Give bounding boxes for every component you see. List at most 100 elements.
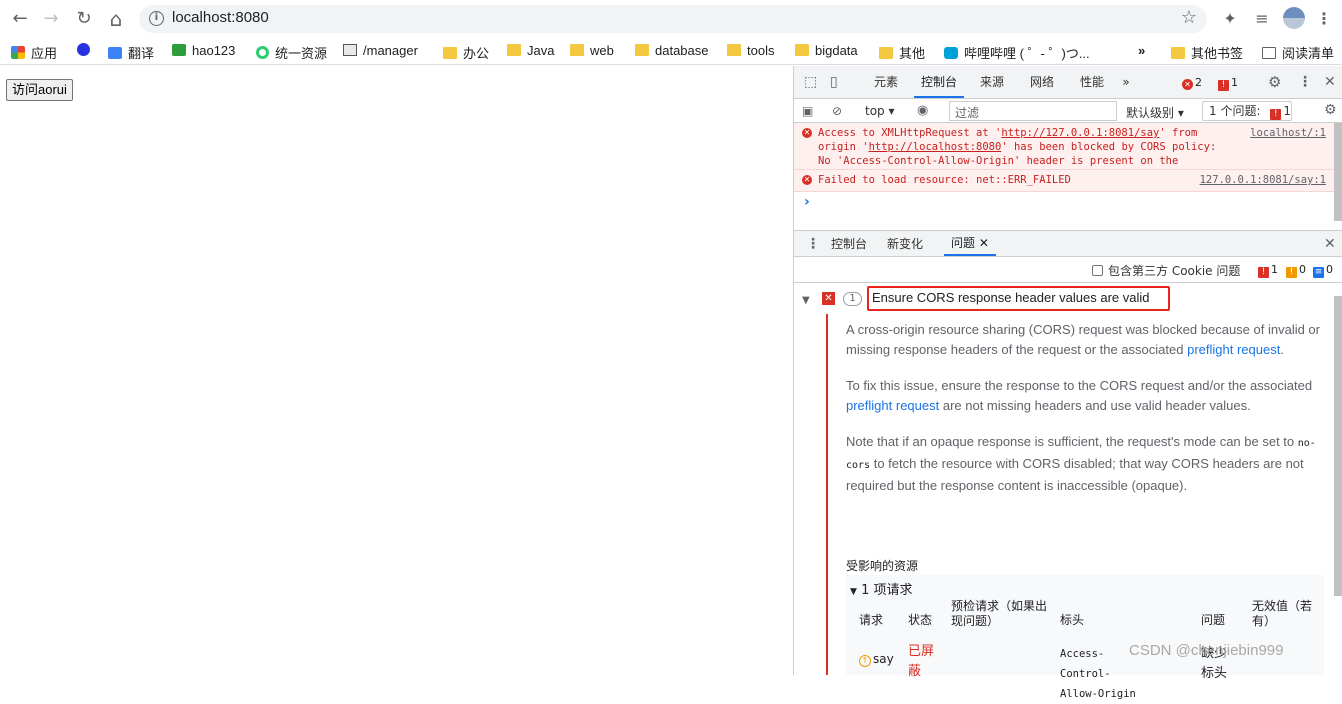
folder-icon [635, 44, 649, 56]
browser-toolbar: ← → ↻ ⌂ i localhost:8080 ☆ ✦ ≡ ⋮ [0, 0, 1342, 37]
issue-error-icon: ✕ [822, 292, 835, 305]
bookmark-folder-tools[interactable]: tools [727, 43, 774, 61]
bookmark-star-icon[interactable]: ☆ [1181, 7, 1197, 28]
context-selector[interactable]: top ▾ [865, 104, 895, 118]
issues-scrollbar[interactable] [1334, 296, 1342, 596]
menu-kebab-icon[interactable]: ⋮ [1312, 7, 1336, 31]
forward-icon[interactable]: → [39, 7, 63, 31]
issue-header[interactable]: ▼ ✕ 1 Ensure CORS response header values… [794, 284, 1334, 314]
issues-pill[interactable]: 1 个问题: ! 1 [1202, 101, 1292, 121]
more-tabs-icon[interactable]: » [1118, 66, 1134, 98]
error-circle-icon: ✕ [802, 128, 812, 138]
console-filter-input[interactable]: 过滤 [949, 101, 1117, 121]
page-viewport: 访问aorui [0, 66, 793, 675]
extensions-icon[interactable]: ✦ [1218, 7, 1242, 31]
origin-url-link[interactable]: http://localhost:8080 [869, 141, 1002, 153]
device-toolbar-icon[interactable]: ▯ [830, 75, 838, 89]
devtools-menu-icon[interactable]: ⋮ [1298, 75, 1312, 89]
drawer-tab-whats-new[interactable]: 新变化 [884, 231, 926, 256]
visit-aorui-button[interactable]: 访问aorui [6, 79, 73, 101]
bookmark-folder-office[interactable]: 办公 [443, 43, 489, 61]
clear-console-icon[interactable]: ⊘ [832, 104, 842, 118]
reload-icon[interactable]: ↻ [72, 7, 96, 31]
bookmark-translate[interactable]: 翻译 [108, 43, 154, 61]
inspect-element-icon[interactable]: ⬚ [804, 75, 817, 89]
sidebar-toggle-icon[interactable]: ▣ [802, 104, 813, 118]
bookmark-other-bookmarks[interactable]: 其他书签 [1171, 43, 1243, 61]
preflight-request-link[interactable]: preflight request [1187, 342, 1280, 357]
console-prompt[interactable]: › [804, 194, 810, 210]
info-icon: ≡ [1313, 267, 1324, 278]
url-text[interactable]: localhost:8080 [172, 9, 269, 26]
console-toolbar: ▣ ⊘ top ▾ ◉ 过滤 默认级别 ▾ 1 个问题: ! 1 ⚙ [794, 99, 1342, 123]
watermark: CSDN @chenjiebin999 [1129, 642, 1284, 659]
bookmark-manager[interactable]: /manager [343, 43, 418, 61]
third-party-cookie-checkbox[interactable]: 包含第三方 Cookie 问题 [1092, 262, 1240, 279]
console-error-failed-load[interactable]: ✕ Failed to load resource: net::ERR_FAIL… [794, 170, 1334, 192]
tab-performance[interactable]: 性能 [1072, 66, 1112, 98]
bookmark-folder-other[interactable]: 其他 [879, 43, 925, 61]
folder-icon [1171, 47, 1185, 59]
tab-network[interactable]: 网络 [1022, 66, 1062, 98]
media-control-icon[interactable]: ≡ [1250, 7, 1274, 31]
issues-info-count: ≡ 0 [1313, 263, 1333, 278]
bookmark-folder-java[interactable]: Java [507, 43, 554, 61]
bookmark-folder-bigdata[interactable]: bigdata [795, 43, 858, 61]
col-header-problem: 问题 [1201, 613, 1226, 627]
console-scrollbar[interactable] [1334, 123, 1342, 221]
request-group-toggle[interactable]: ▼ 1 项请求 [850, 579, 912, 598]
console-settings-gear-icon[interactable]: ⚙ [1324, 103, 1337, 117]
drawer-tab-console[interactable]: 控制台 [828, 231, 870, 256]
live-expression-eye-icon[interactable]: ◉ [917, 104, 928, 118]
console-source-link[interactable]: 127.0.0.1:8081/say:1 [1200, 173, 1326, 187]
request-say-link[interactable]: ↑ say [859, 652, 894, 667]
bookmark-apps[interactable]: 应用 [11, 43, 57, 61]
site-info-icon[interactable]: i [149, 11, 164, 26]
tab-console[interactable]: 控制台 [914, 66, 964, 98]
tab-elements[interactable]: 元素 [866, 66, 906, 98]
col-header-preflight: 预检请求（如果出现问题） [951, 599, 1048, 628]
avatar[interactable] [1283, 7, 1305, 29]
bilibili-icon [944, 47, 958, 59]
drawer-tab-issues[interactable]: 问题 ✕ [944, 231, 996, 256]
col-header-request: 请求 [859, 613, 884, 627]
bookmark-hao123[interactable]: hao123 [172, 43, 235, 61]
folder-icon [727, 44, 741, 56]
error-count-badge[interactable]: ✕ 2 [1182, 76, 1202, 90]
close-tab-icon[interactable]: ✕ [979, 236, 989, 250]
drawer-menu-icon[interactable]: ⋮ [806, 237, 820, 251]
bookmarks-overflow-icon[interactable]: » [1138, 43, 1145, 61]
preflight-request-link[interactable]: preflight request [846, 398, 939, 413]
close-drawer-icon[interactable]: ✕ [1324, 237, 1336, 251]
issue-count-badge[interactable]: ! 1 [1218, 76, 1238, 91]
bookmark-folder-web[interactable]: web [570, 43, 614, 61]
console-source-link[interactable]: localhost/:1 [1250, 126, 1326, 140]
bookmark-reading-list[interactable]: 阅读清单 [1262, 43, 1334, 61]
bookmark-bilibili[interactable]: 哔哩哔哩 ( ゜- ゜)つ... [944, 43, 1090, 61]
home-icon[interactable]: ⌂ [104, 7, 128, 31]
settings-gear-icon[interactable]: ⚙ [1268, 75, 1281, 90]
log-level-selector[interactable]: 默认级别 ▾ [1126, 104, 1184, 121]
back-icon[interactable]: ← [8, 7, 32, 31]
issue-paragraph-2: To fix this issue, ensure the response t… [846, 378, 1313, 413]
request-url-link[interactable]: http://127.0.0.1:8081/say [1001, 127, 1159, 139]
hao123-icon [172, 44, 186, 56]
col-header-invalid-value: 无效值（若有） [1252, 599, 1313, 628]
translate-icon [108, 47, 122, 59]
tab-sources[interactable]: 来源 [974, 66, 1010, 98]
baidu-paw-icon [77, 43, 90, 56]
bookmark-baidu[interactable] [77, 43, 96, 61]
collapse-triangle-icon[interactable]: ▼ [802, 294, 810, 308]
bookmark-folder-database[interactable]: database [635, 43, 709, 61]
green-ring-icon [256, 46, 269, 59]
issue-paragraph-1: A cross-origin resource sharing (CORS) r… [846, 322, 1320, 357]
bookmark-unified-resource[interactable]: 统一资源 [256, 43, 327, 61]
issue-square-icon: ! [1218, 80, 1229, 91]
close-devtools-icon[interactable]: ✕ [1324, 75, 1336, 89]
address-bar[interactable]: i localhost:8080 ☆ [139, 5, 1207, 33]
occurrence-count: 1 [843, 292, 862, 306]
expand-triangle-icon: ▼ [850, 587, 857, 597]
bookmarks-bar: 应用 翻译 hao123 统一资源 /manager 办公 Java web d… [0, 37, 1342, 65]
error-circle-icon: ✕ [802, 175, 812, 185]
console-error-cors[interactable]: ✕ Access to XMLHttpRequest at 'http://12… [794, 123, 1334, 181]
